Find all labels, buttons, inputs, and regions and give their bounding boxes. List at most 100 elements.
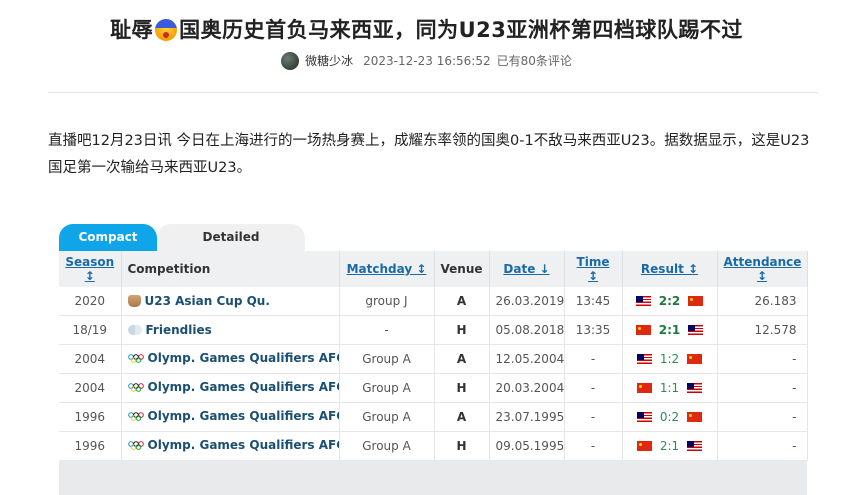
match-score-link[interactable]: 2:1 [659,323,681,337]
sort-season-link[interactable]: Season ↕ [65,255,114,283]
olympic-rings-icon [127,382,144,396]
tab-compact[interactable]: Compact [59,224,157,251]
china-flag-icon [636,441,652,451]
china-flag-icon [635,325,651,335]
match-score-link[interactable]: 1:2 [660,352,679,366]
cell-competition: Olymp. Games Qualifiers AFC [121,344,340,374]
cell-venue: A [434,344,490,374]
china-flag-icon [687,412,703,422]
table-row: 18/19 Friendlies - H 05.08.2018 13:35 2:1 12.57… [59,315,808,345]
malaysia-flag-icon [636,354,652,364]
article-meta: 微糖少冰 2023-12-23 16:56:52 已有80条评论 [0,52,853,70]
header-divider [48,92,818,93]
cell-venue: A [434,287,490,316]
cell-date: 12.05.2004 [489,344,565,374]
cell-season: 1996 [59,431,122,461]
cell-competition: Olymp. Games Qualifiers AFC [121,373,340,403]
match-history-table: Season ↕ Competition Matchday ↕ Venue Da… [59,251,808,461]
match-score-link[interactable]: 1:1 [660,381,679,395]
malaysia-flag-icon [688,325,704,335]
cell-competition: U23 Asian Cup Qu. [121,287,340,316]
header-competition: Competition [121,251,340,287]
sort-date-link[interactable]: Date ↓ [503,262,549,276]
author-name[interactable]: 微糖少冰 [305,54,353,68]
cell-attendance: - [717,373,808,403]
publish-time: 2023-12-23 16:56:52 [363,54,491,68]
cell-matchday: - [339,315,435,345]
table-row: 1996 Olymp. Games Qualifiers AFC Group AH0… [59,431,808,461]
table-footer-bar [59,460,807,495]
competition-link[interactable]: Olymp. Games Qualifiers AFC [148,438,339,452]
competition-link[interactable]: Friendlies [146,323,212,337]
cell-season: 18/19 [59,315,122,345]
competition-link[interactable]: U23 Asian Cup Qu. [145,294,270,308]
cell-matchday: Group A [339,373,435,403]
cell-attendance: 26.183 [717,287,808,316]
match-score-link[interactable]: 2:2 [659,294,681,308]
sort-attendance-link[interactable]: Attendance ↕ [724,255,802,283]
cell-competition: Olymp. Games Qualifiers AFC [121,402,340,432]
cell-time: - [564,344,623,374]
olympic-rings-icon [127,353,144,367]
cell-season: 2004 [59,373,122,403]
author-avatar[interactable] [281,52,300,70]
cell-venue: A [434,402,490,432]
sort-time-link[interactable]: Time ↕ [577,255,610,283]
cell-matchday: Group A [339,431,435,461]
competition-link[interactable]: Olymp. Games Qualifiers AFC [148,380,339,394]
cell-date: 20.03.2004 [489,373,565,403]
cell-season: 2020 [59,287,122,316]
header-venue: Venue [434,251,490,287]
cell-time: 13:45 [564,287,623,316]
header-season[interactable]: Season ↕ [59,251,122,287]
title-part-2: 国奥历史首负马来西亚，同为U23亚洲杯第四档球队踢不过 [179,18,743,42]
header-time[interactable]: Time ↕ [564,251,623,287]
tab-detailed[interactable]: Detailed [157,224,305,251]
china-flag-icon [636,383,652,393]
cell-date: 05.08.2018 [489,315,565,345]
table-row: 2004 Olymp. Games Qualifiers AFC Group AA1… [59,344,808,374]
match-score-link[interactable]: 2:1 [660,439,679,453]
sort-matchday-link[interactable]: Matchday ↕ [347,262,427,276]
china-flag-icon [688,296,704,306]
cell-date: 09.05.1995 [489,431,565,461]
cell-result: 1:2 [622,344,718,374]
china-flag-icon [687,354,703,364]
cell-time: 13:35 [564,315,623,345]
match-score-link[interactable]: 0:2 [660,410,679,424]
cell-attendance: - [717,431,808,461]
header-attendance[interactable]: Attendance ↕ [717,251,808,287]
header-result[interactable]: Result ↕ [622,251,718,287]
cell-venue: H [434,431,490,461]
olympic-rings-icon [127,440,144,454]
cell-time: - [564,373,623,403]
malaysia-flag-icon [687,441,703,451]
cell-attendance: - [717,344,808,374]
header-date[interactable]: Date ↓ [489,251,565,287]
cell-date: 26.03.2019 [489,287,565,316]
article-title: 耻辱 国奥历史首负马来西亚，同为U23亚洲杯第四档球队踢不过 [0,14,853,44]
table-row: 1996 Olymp. Games Qualifiers AFC Group AA2… [59,402,808,432]
malaysia-flag-icon [687,383,703,393]
header-matchday[interactable]: Matchday ↕ [339,251,435,287]
cell-date: 23.07.1995 [489,402,565,432]
handshake-icon [127,325,142,335]
cell-matchday: group J [339,287,435,316]
comment-count[interactable]: 已有80条评论 [497,54,572,68]
competition-link[interactable]: Olymp. Games Qualifiers AFC [148,351,339,365]
cell-competition: Friendlies [121,315,340,345]
malaysia-flag-icon [636,412,652,422]
cell-result: 2:1 [622,315,718,345]
competition-link[interactable]: Olymp. Games Qualifiers AFC [148,409,339,423]
sort-result-link[interactable]: Result ↕ [641,262,698,276]
screaming-face-icon [155,19,178,41]
table-row: 2004 Olymp. Games Qualifiers AFC Group AH2… [59,373,808,403]
table-row: 2020 U23 Asian Cup Qu. group J A 26.03.2019 1… [59,287,808,316]
article-paragraph: 直播吧12月23日讯 今日在上海进行的一场热身赛上，成耀东率领的国奥0-1不敌马… [48,133,810,176]
cell-result: 2:1 [622,431,718,461]
cell-matchday: Group A [339,402,435,432]
cell-time: - [564,402,623,432]
trophy-icon [127,295,141,307]
title-part-1: 耻辱 [110,18,154,42]
cell-result: 1:1 [622,373,718,403]
